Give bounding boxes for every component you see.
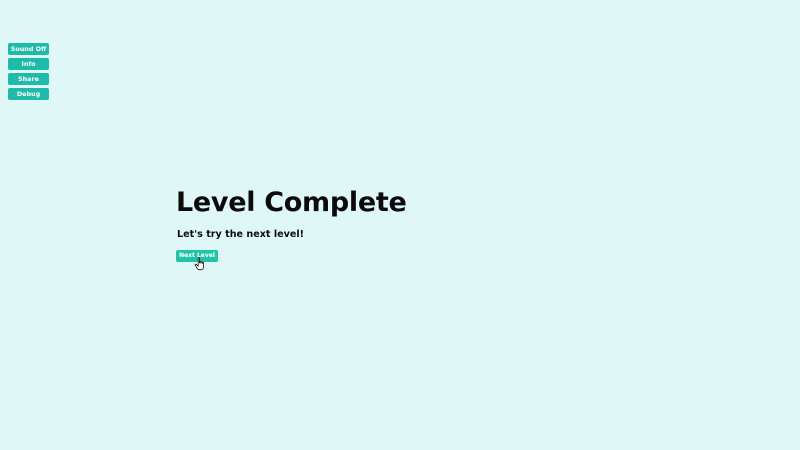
sound-off-button[interactable]: Sound Off (8, 43, 49, 55)
page-title: Level Complete (176, 187, 407, 218)
share-button[interactable]: Share (8, 73, 49, 85)
subtitle: Let's try the next level! (177, 229, 305, 240)
level-complete-panel: Level Complete Let's try the next level!… (176, 186, 407, 262)
hand-pointer-icon (194, 257, 204, 271)
debug-button[interactable]: Debug (8, 88, 49, 100)
side-menu: Sound Off Info Share Debug (8, 43, 49, 100)
info-button[interactable]: Info (8, 58, 49, 70)
